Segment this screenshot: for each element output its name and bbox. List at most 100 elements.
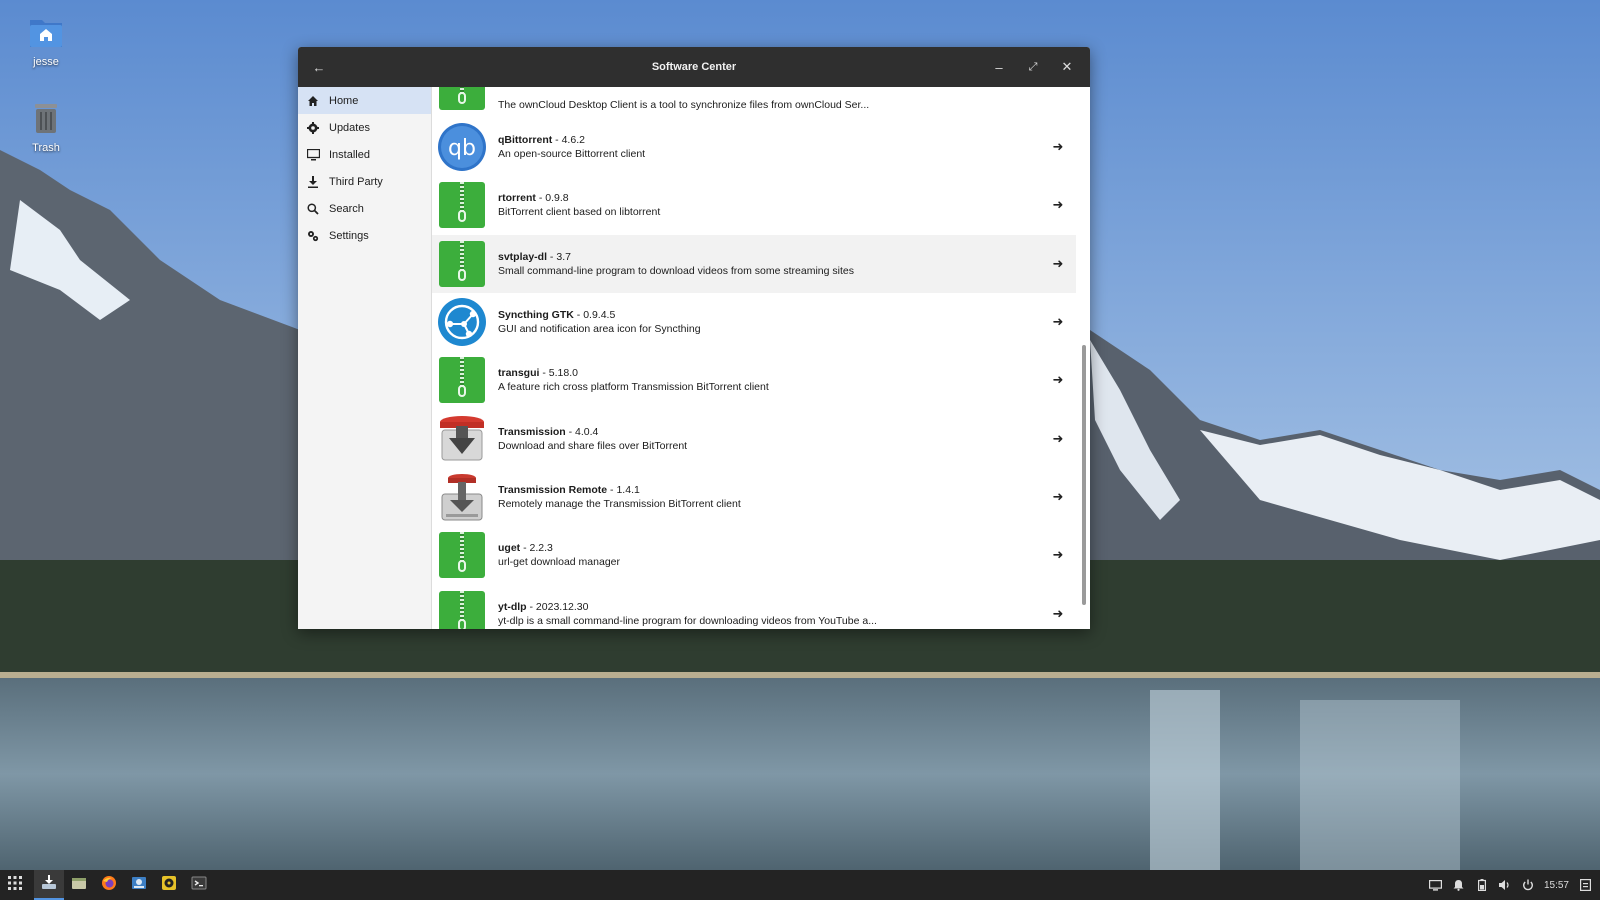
transmission-remote-icon: [437, 472, 487, 522]
window-title: Software Center: [651, 61, 737, 73]
app-name: Syncthing GTK: [498, 309, 574, 322]
sidebar-item-installed[interactable]: Installed: [298, 141, 431, 168]
maximize-icon: ⤢: [1028, 60, 1038, 73]
app-description: Download and share files over BitTorrent: [498, 439, 688, 452]
app-row-syncthing-gtk[interactable]: Syncthing GTK - 0.9.4.5 GUI and notifica…: [432, 293, 1076, 351]
app-row-svtplay-dl[interactable]: svtplay-dl - 3.7 Small command-line prog…: [432, 234, 1076, 293]
show-desktop-icon[interactable]: [1578, 878, 1592, 892]
image-viewer-icon: [131, 875, 147, 896]
transmission-icon: [437, 414, 487, 464]
desktop-icon-label: Trash: [32, 142, 60, 154]
name-separator: -: [520, 542, 530, 555]
arrow-right-icon[interactable]: ➜: [1044, 431, 1072, 447]
app-row-qbittorrent[interactable]: qb qBittorrent - 4.6.2 An open-source Bi…: [432, 118, 1076, 176]
arrow-right-icon[interactable]: ➜: [1044, 256, 1072, 272]
terminal-icon: [191, 875, 207, 896]
app-name: transgui: [498, 367, 540, 380]
package-icon: [437, 239, 487, 289]
close-icon: ✕: [1061, 59, 1073, 74]
package-icon: [437, 530, 487, 580]
svg-text:qb: qb: [448, 136, 476, 161]
taskbar-file-manager[interactable]: [64, 870, 94, 900]
arrow-right-icon[interactable]: ➜: [1044, 372, 1072, 388]
package-icon: [437, 180, 487, 230]
app-description: An open-source Bittorrent client: [498, 148, 646, 161]
desktop-icon-trash[interactable]: Trash: [16, 100, 76, 154]
taskbar-music-player[interactable]: [154, 870, 184, 900]
arrow-right-icon[interactable]: ➜: [1044, 314, 1072, 330]
app-grid-icon: [7, 875, 23, 896]
app-list: The ownCloud Desktop Client is a tool to…: [432, 87, 1076, 629]
desktop-icon-home[interactable]: jesse: [16, 14, 76, 68]
sidebar-item-search[interactable]: Search: [298, 195, 431, 222]
app-name: qBittorrent: [498, 134, 553, 147]
sidebar-item-updates[interactable]: Updates: [298, 114, 431, 141]
back-button[interactable]: ←: [302, 47, 336, 87]
taskbar-software-center[interactable]: [34, 870, 64, 900]
software-center-window: ← Software Center ‒ ⤢ ✕ Home Updates Ins…: [298, 47, 1090, 629]
sidebar: Home Updates Installed Third Party Searc…: [298, 87, 432, 629]
app-list-panel[interactable]: The ownCloud Desktop Client is a tool to…: [432, 87, 1090, 629]
minimize-button[interactable]: ‒: [982, 47, 1016, 87]
back-icon: ←: [312, 59, 326, 75]
app-version: 4.6.2: [561, 134, 585, 147]
maximize-button[interactable]: ⤢: [1016, 47, 1050, 87]
home-icon: [306, 94, 320, 108]
app-version: 0.9.8: [545, 192, 569, 205]
app-grid-button[interactable]: [0, 870, 30, 900]
volume-icon[interactable]: [1498, 878, 1512, 892]
taskbar-firefox[interactable]: [94, 870, 124, 900]
package-icon: [437, 355, 487, 405]
arrow-right-icon[interactable]: ➜: [1044, 606, 1072, 622]
system-tray: 15:57: [1429, 878, 1600, 892]
app-version: 2.2.3: [529, 542, 553, 555]
app-name: uget: [498, 542, 521, 555]
app-version: 0.9.4.5: [583, 309, 616, 322]
taskbar-image-viewer[interactable]: [124, 870, 154, 900]
gear-icon: [306, 121, 320, 135]
arrow-right-icon[interactable]: ➜: [1044, 139, 1072, 155]
arrow-right-icon[interactable]: ➜: [1044, 197, 1072, 213]
firefox-icon: [101, 875, 117, 896]
taskbar-terminal[interactable]: [184, 870, 214, 900]
power-icon[interactable]: [1521, 878, 1535, 892]
app-row-transgui[interactable]: transgui - 5.18.0 A feature rich cross p…: [432, 351, 1076, 409]
download-icon: [306, 175, 320, 189]
arrow-right-icon[interactable]: ➜: [1044, 547, 1072, 563]
app-row-yt-dlp[interactable]: yt-dlp - 2023.12.30 yt-dlp is a small co…: [432, 584, 1076, 629]
clock[interactable]: 15:57: [1544, 880, 1569, 891]
app-version: 2023.12.30: [535, 600, 589, 613]
settings-icon: [306, 229, 320, 243]
app-row-rtorrent[interactable]: rtorrent - 0.9.8 BitTorrent client based…: [432, 176, 1076, 234]
arrow-right-icon[interactable]: ➜: [1044, 489, 1072, 505]
app-name: svtplay-dl: [498, 250, 548, 263]
sidebar-item-third-party[interactable]: Third Party: [298, 168, 431, 195]
app-name: Transmission: [498, 425, 566, 438]
app-row-transmission[interactable]: Transmission - 4.0.4 Download and share …: [432, 409, 1076, 467]
window-titlebar[interactable]: ← Software Center ‒ ⤢ ✕: [298, 47, 1090, 87]
qbittorrent-icon: qb: [437, 122, 487, 172]
bell-icon[interactable]: [1452, 878, 1466, 892]
name-separator: -: [573, 309, 584, 322]
sidebar-item-label: Home: [329, 94, 359, 107]
sidebar-item-settings[interactable]: Settings: [298, 222, 431, 249]
app-description: Small command-line program to download v…: [498, 264, 854, 277]
name-separator: -: [539, 367, 549, 380]
battery-icon[interactable]: [1475, 878, 1489, 892]
scrollbar[interactable]: [1082, 345, 1086, 605]
app-description: url-get download manager: [498, 556, 620, 569]
sidebar-item-home[interactable]: Home: [298, 87, 431, 114]
app-row-owncloud[interactable]: The ownCloud Desktop Client is a tool to…: [432, 87, 1076, 118]
app-row-uget[interactable]: uget - 2.2.3 url-get download manager ➜: [432, 526, 1076, 584]
app-description: Remotely manage the Transmission BitTorr…: [498, 497, 741, 510]
display-icon[interactable]: [1429, 878, 1443, 892]
app-version: 3.7: [556, 250, 571, 263]
app-description: BitTorrent client based on libtorrent: [498, 206, 661, 219]
app-description: A feature rich cross platform Transmissi…: [498, 381, 769, 394]
app-row-transmission-remote[interactable]: Transmission Remote - 1.4.1 Remotely man…: [432, 468, 1076, 526]
home-folder-icon: [28, 14, 64, 50]
sidebar-item-label: Search: [329, 202, 364, 215]
app-name: yt-dlp: [498, 600, 527, 613]
close-button[interactable]: ✕: [1050, 47, 1084, 87]
desktop-icon-label: jesse: [33, 56, 59, 68]
